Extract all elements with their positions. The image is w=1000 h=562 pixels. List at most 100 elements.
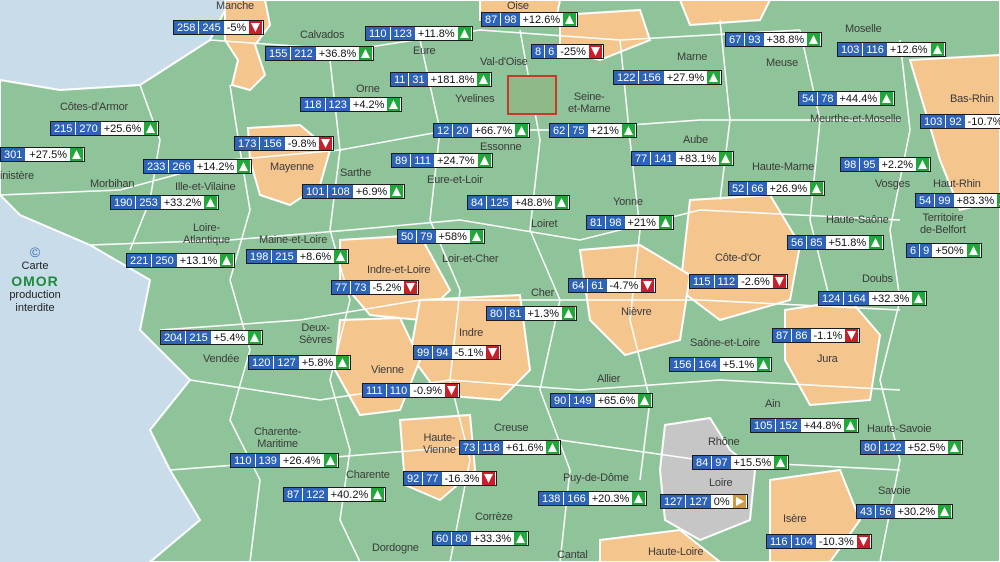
badge-value-before: 173	[235, 137, 261, 150]
badge-value-before: 80	[861, 441, 881, 454]
triangle-up-icon	[719, 152, 733, 165]
badge-value-after: 149	[570, 394, 595, 407]
logo-line2: production	[9, 289, 61, 301]
badge-value-after: 111	[411, 154, 434, 167]
stat-badge-puy-de-dome: 138 166 +20.3%	[538, 491, 648, 506]
badge-value-before: 258	[174, 21, 200, 34]
department-name-puy-de-dome: Puy-de-Dôme	[563, 472, 629, 484]
triangle-up-icon	[204, 196, 218, 209]
stat-badge-cher: 80 81 +1.3%	[486, 306, 577, 321]
badge-value-after: 266	[169, 160, 194, 173]
badge-value-after: 73	[351, 281, 370, 294]
badge-value-before: 138	[539, 492, 565, 505]
stat-badge-manche: 258 245 -5%	[173, 20, 265, 35]
stat-badge-haute-vienne: 92 77 -16.3%	[403, 471, 498, 486]
badge-percent-change: +26.9%	[766, 182, 811, 195]
badge-value-after: 127	[274, 356, 299, 369]
badge-value-after: 152	[776, 419, 801, 432]
badge-value-before: 6	[907, 244, 921, 257]
badge-value-before: 12	[434, 124, 454, 137]
department-name-charente: Charente	[346, 469, 390, 481]
stat-badge-sarthe: 101 108 +6.9%	[302, 184, 406, 199]
badge-value-before: 87	[284, 488, 304, 501]
france-departments-map: Manche Calvados Oise Eure Val-d'Oise Marne Mos…	[0, 0, 1000, 562]
stat-badge-val-doise: 8 6 -25%	[531, 44, 604, 59]
badge-value-before: 221	[127, 254, 153, 267]
badge-value-after: 95	[860, 158, 879, 171]
badge-percent-change: -5%	[223, 21, 250, 34]
badge-percent-change: +30.2%	[894, 505, 939, 518]
stat-badge-haute-saone: 56 85 +51.8%	[787, 235, 885, 250]
triangle-up-icon	[880, 92, 894, 105]
stat-badge-cher-top: 64 61 -4.7%	[568, 278, 657, 293]
badge-value-before: 77	[632, 152, 652, 165]
department-name-orne: Orne	[356, 83, 380, 95]
stat-badge-oise: 87 98 +12.6%	[481, 12, 579, 27]
department-name-loir-et-cher: Loir-et-Cher	[442, 253, 499, 265]
triangle-up-icon	[336, 356, 350, 369]
stat-badge-creuse: 73 118 +61.6%	[459, 440, 562, 455]
stat-badge-eure: 110 123 +11.8%	[365, 26, 473, 41]
badge-value-before: 87	[482, 13, 502, 26]
badge-value-after: 127	[686, 495, 711, 508]
badge-value-after: 112	[714, 275, 739, 288]
badge-value-before: 115	[690, 275, 715, 288]
department-name-allier: Allier	[597, 373, 621, 385]
stat-badge-loiret: 84 125 +48.8%	[467, 195, 571, 210]
badge-percent-change: +2.2%	[878, 158, 916, 171]
department-name-vendee: Vendée	[203, 353, 240, 365]
badge-value-before: 54	[916, 194, 936, 207]
department-name-sarthe: Sarthe	[340, 167, 372, 179]
department-name-creuse: Creuse	[494, 422, 529, 434]
department-name-calvados: Calvados	[300, 29, 345, 41]
badge-value-before: 301	[1, 148, 27, 161]
department-name-mayenne: Mayenne	[270, 161, 314, 173]
triangle-up-icon	[371, 488, 385, 501]
stat-badge-meuse: 67 93 +38.8%	[725, 32, 823, 47]
badge-percent-change: +44.4%	[836, 92, 881, 105]
stat-badge-loire: 127 127 0%	[660, 494, 748, 509]
badge-value-before: 204	[161, 331, 187, 344]
badge-percent-change: -10.7%	[964, 115, 1000, 128]
department-name-haute-vienne: Haute- Vienne	[423, 432, 456, 456]
badge-value-before: 11	[391, 73, 410, 86]
department-name-meurthe-et-moselle: Meurthe-et-Moselle	[810, 113, 902, 125]
badge-value-after: 250	[152, 254, 177, 267]
badge-percent-change: +32.3%	[868, 292, 913, 305]
stat-badge-orne-top: 11 31 +181.8%	[390, 72, 493, 87]
badge-value-before: 92	[404, 472, 424, 485]
stat-badge-ille-et-vilaine: 233 266 +14.2%	[143, 159, 253, 174]
department-name-ille-et-vilaine: Ille-et-Vilaine	[175, 181, 236, 193]
department-name-ain: Ain	[765, 398, 781, 410]
department-name-cantal: Cantal	[557, 549, 588, 561]
triangle-up-icon	[237, 160, 251, 173]
triangle-down-icon	[588, 45, 602, 58]
triangle-down-icon	[319, 137, 333, 150]
triangle-up-icon	[546, 441, 560, 454]
badge-percent-change: 0%	[710, 495, 733, 508]
triangle-down-icon	[404, 281, 418, 294]
triangle-up-icon	[555, 196, 569, 209]
badge-percent-change: +21%	[624, 216, 659, 229]
badge-value-before: 103	[921, 115, 947, 128]
badge-value-before: 84	[693, 456, 713, 469]
badge-percent-change: +33.3%	[470, 532, 515, 545]
badge-value-after: 94	[433, 346, 452, 359]
badge-percent-change: +65.6%	[594, 394, 639, 407]
triangle-up-icon	[387, 98, 401, 111]
department-name-yonne: Yonne	[613, 196, 643, 208]
department-name-finistere: inistère	[0, 170, 34, 182]
stat-badge-haut-rhin: 54 99 +83.3%	[915, 193, 1000, 208]
triangle-up-icon	[515, 124, 529, 137]
badge-value-after: 110	[386, 384, 411, 397]
badge-percent-change: +1.3%	[524, 307, 562, 320]
department-name-doubs: Doubs	[862, 273, 893, 285]
badge-value-before: 50	[398, 230, 418, 243]
triangle-down-icon	[249, 21, 263, 34]
badge-percent-change: +26.4%	[279, 454, 324, 467]
triangle-up-icon	[844, 419, 858, 432]
stat-badge-indre-et-loire: 77 73 -5.2%	[331, 280, 420, 295]
badge-value-after: 122	[303, 488, 328, 501]
badge-percent-change: -4.7%	[606, 279, 642, 292]
copyright-logo: © Carte OMOR production interdite	[0, 244, 70, 315]
